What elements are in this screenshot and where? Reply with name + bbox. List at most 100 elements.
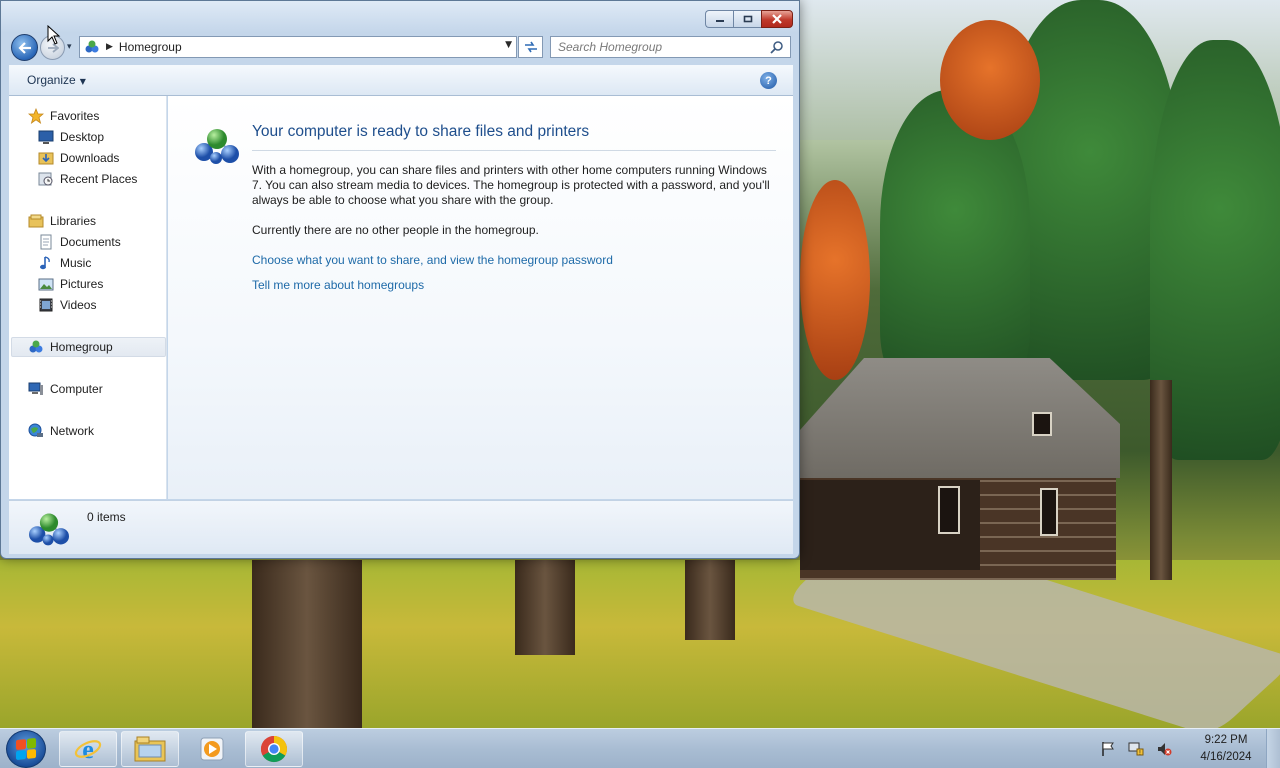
nav-downloads-label: Downloads <box>60 151 120 165</box>
nav-libraries[interactable]: Libraries <box>28 211 96 231</box>
help-button[interactable]: ? <box>760 72 777 89</box>
wallpaper-trunk <box>1150 380 1172 580</box>
close-icon <box>772 14 782 24</box>
maximize-button[interactable] <box>733 10 761 28</box>
mouse-cursor-icon <box>47 25 61 45</box>
media-player-icon <box>200 737 224 761</box>
svg-text:e: e <box>82 735 94 764</box>
heading-divider <box>252 150 776 151</box>
internet-explorer-icon: e <box>74 735 102 764</box>
system-clock[interactable]: 9:22 PM 4/16/2024 <box>1186 732 1266 766</box>
computer-icon <box>28 382 43 395</box>
page-heading: Your computer is ready to share files an… <box>252 123 590 140</box>
nav-music-label: Music <box>60 256 92 270</box>
taskbar-google-chrome[interactable] <box>245 731 303 767</box>
organize-label: Organize <box>27 73 76 87</box>
nav-videos-label: Videos <box>60 298 97 312</box>
clock-time: 9:22 PM <box>1204 734 1248 746</box>
minimize-icon <box>715 20 724 22</box>
chevron-down-icon: ▼ <box>79 77 86 86</box>
close-button[interactable] <box>761 10 793 28</box>
homegroup-status: Currently there are no other people in t… <box>252 223 539 237</box>
music-note-icon <box>40 256 50 270</box>
taskbar-windows-explorer[interactable] <box>121 731 179 767</box>
clock-date: 4/16/2024 <box>1200 751 1252 763</box>
nav-homegroup-label: Homegroup <box>50 340 113 354</box>
network-status-icon[interactable]: ! <box>1128 741 1144 757</box>
folder-icon <box>134 736 166 762</box>
recent-pages-dropdown[interactable]: ▾ <box>67 42 72 52</box>
homegroup-description: With a homegroup, you can share files an… <box>252 163 770 207</box>
caption-buttons <box>705 10 793 28</box>
nav-music[interactable]: Music <box>38 253 91 273</box>
item-count: 0 items <box>87 510 126 524</box>
nav-libraries-label: Libraries <box>50 214 97 228</box>
nav-computer[interactable]: Computer <box>28 379 103 399</box>
address-dropdown-icon[interactable]: ▼ <box>505 40 512 50</box>
nav-favorites[interactable]: Favorites <box>28 106 99 126</box>
start-button[interactable] <box>6 730 46 768</box>
homegroup-details-icon <box>29 513 69 546</box>
homegroup-icon <box>85 40 99 53</box>
learn-more-link[interactable]: Tell me more about homegroups <box>252 278 424 292</box>
address-bar[interactable]: ▶ Homegroup ▼ <box>79 36 517 58</box>
refresh-button[interactable] <box>518 36 543 58</box>
svg-text:!: ! <box>1139 750 1141 757</box>
explorer-window: ▾ ▶ Homegroup ▼ Organize▼ ? <box>0 0 800 559</box>
chrome-icon <box>260 735 288 763</box>
nav-homegroup[interactable]: Homegroup <box>11 337 166 357</box>
breadcrumb-separator-icon[interactable]: ▶ <box>106 42 113 52</box>
nav-recent-places-label: Recent Places <box>60 172 138 186</box>
nav-pictures[interactable]: Pictures <box>38 274 103 294</box>
nav-documents[interactable]: Documents <box>38 232 121 252</box>
volume-muted-icon[interactable] <box>1156 741 1172 757</box>
wallpaper-tree <box>940 20 1040 140</box>
navigation-pane: Favorites Desktop Downloads Recent Place… <box>9 96 167 499</box>
restore-icon <box>743 15 752 23</box>
wallpaper-trunk <box>515 560 575 655</box>
documents-icon <box>40 234 52 250</box>
action-center-flag-icon[interactable] <box>1100 741 1116 757</box>
windows-logo-icon <box>16 737 36 761</box>
nav-computer-label: Computer <box>50 382 103 396</box>
wallpaper-cabin-window <box>1040 488 1058 536</box>
title-bar[interactable] <box>1 1 799 33</box>
system-tray: ! 9:22 PM 4/16/2024 <box>1094 729 1280 768</box>
search-icon[interactable] <box>770 40 784 54</box>
homegroup-large-icon <box>195 129 239 164</box>
nav-downloads[interactable]: Downloads <box>38 148 119 168</box>
choose-share-link[interactable]: Choose what you want to share, and view … <box>252 253 613 267</box>
arrow-left-icon <box>17 41 31 54</box>
wallpaper-trunk <box>685 560 735 640</box>
wallpaper-trunk <box>252 560 362 728</box>
desktop-icon <box>38 130 54 144</box>
homegroup-icon <box>29 340 43 353</box>
taskbar-media-player[interactable] <box>183 731 241 767</box>
wallpaper-cabin-window <box>1032 412 1052 436</box>
taskbar-internet-explorer[interactable]: e <box>59 731 117 767</box>
videos-icon <box>39 298 53 312</box>
wallpaper-tree <box>800 180 870 380</box>
wallpaper-cabin-window <box>938 486 960 534</box>
content-pane: Your computer is ready to share files an… <box>168 96 793 499</box>
nav-documents-label: Documents <box>60 235 121 249</box>
breadcrumb-homegroup[interactable]: Homegroup <box>119 40 182 54</box>
organize-button[interactable]: Organize ▼ <box>27 73 86 87</box>
taskbar: e ! 9:22 PM 4/16/2024 <box>0 728 1280 768</box>
downloads-folder-icon <box>38 152 54 165</box>
details-pane: 0 items <box>9 500 793 554</box>
nav-recent-places[interactable]: Recent Places <box>38 169 137 189</box>
search-box[interactable] <box>550 36 791 58</box>
show-desktop-button[interactable] <box>1266 729 1280 768</box>
nav-network[interactable]: Network <box>28 421 94 441</box>
nav-desktop-label: Desktop <box>60 130 105 144</box>
nav-favorites-label: Favorites <box>50 109 100 123</box>
minimize-button[interactable] <box>705 10 733 28</box>
pictures-icon <box>38 278 54 291</box>
search-input[interactable] <box>558 40 758 54</box>
back-button[interactable] <box>11 34 38 61</box>
nav-desktop[interactable]: Desktop <box>38 127 104 147</box>
nav-videos[interactable]: Videos <box>38 295 96 315</box>
recent-places-icon <box>38 172 53 186</box>
nav-network-label: Network <box>50 424 95 438</box>
